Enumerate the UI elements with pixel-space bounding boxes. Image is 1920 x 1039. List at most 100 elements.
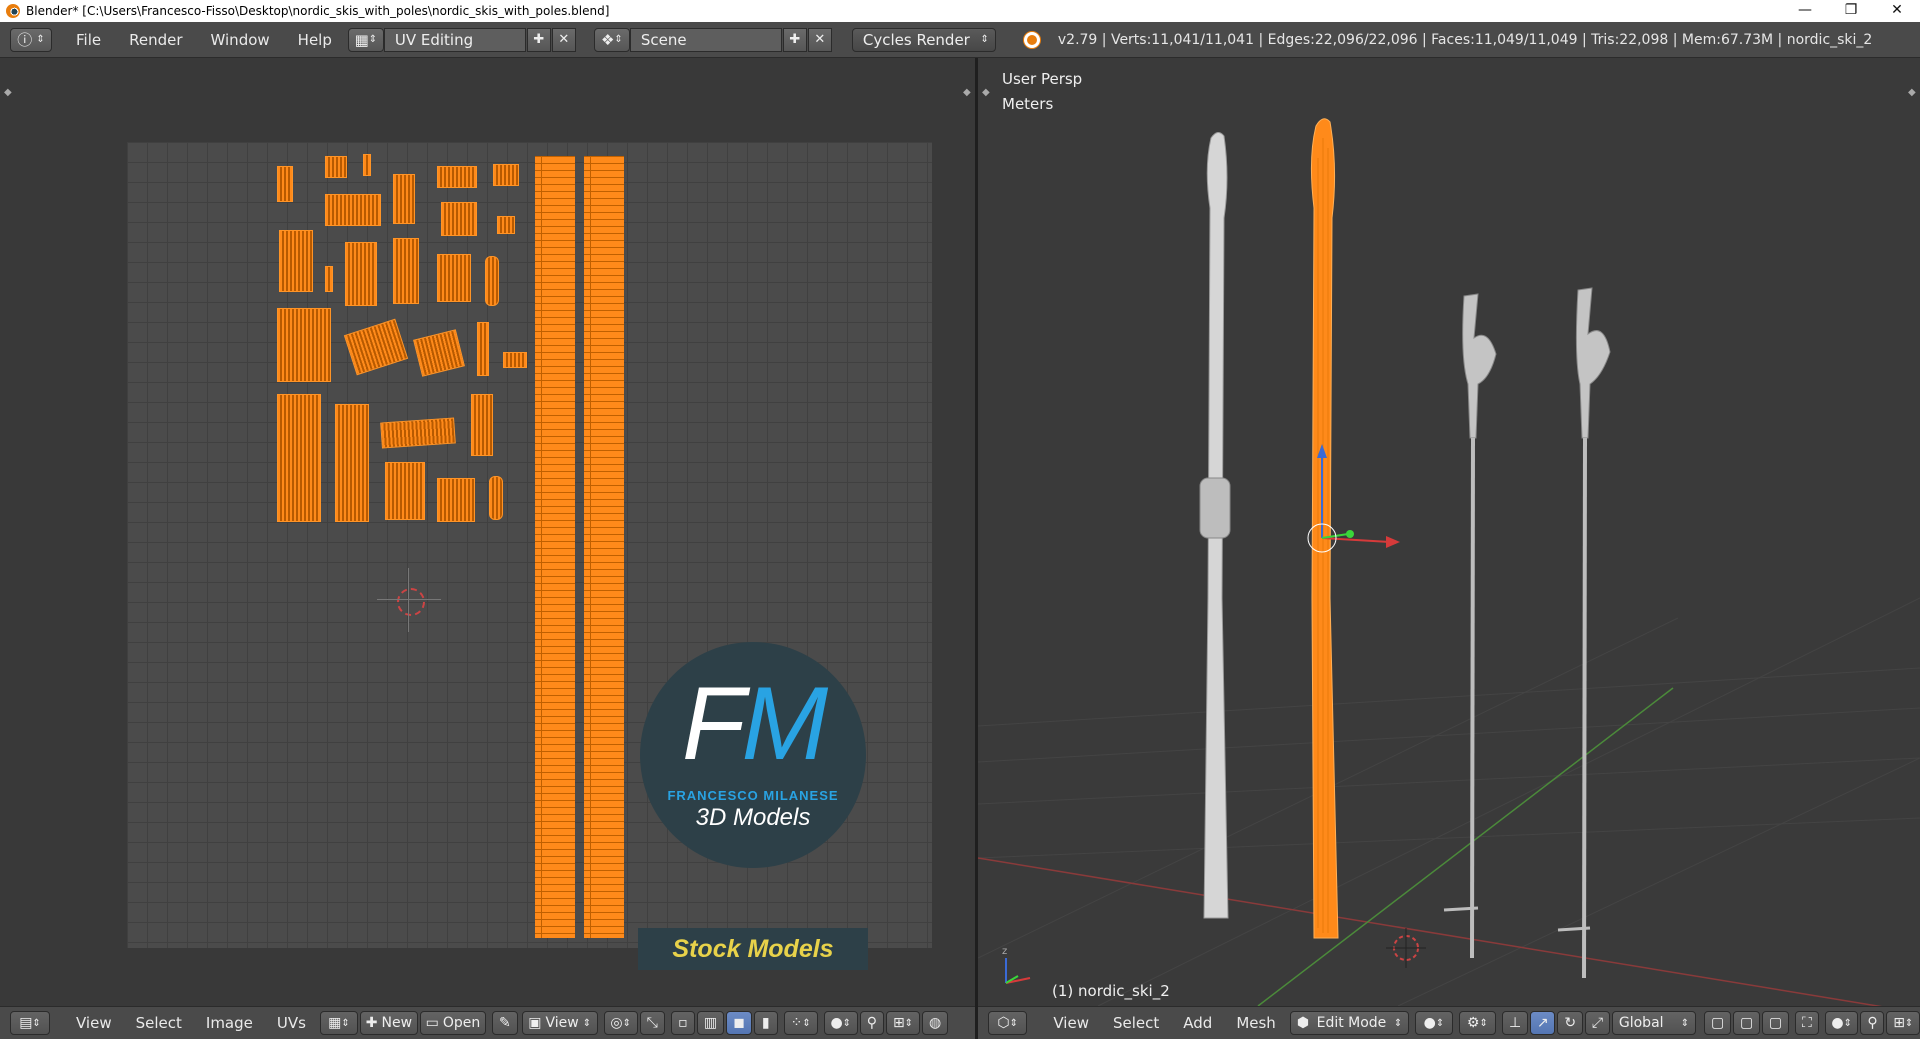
edge-select-icon[interactable]: ▥ [696,1011,725,1035]
add-scene-button[interactable]: ✚ [782,27,807,52]
uv-island[interactable] [497,216,515,234]
area-split-corner-icon[interactable]: ◆ [4,88,12,98]
3d-cursor-icon[interactable] [1386,928,1426,968]
transform-gizmo[interactable] [1307,444,1400,553]
scene-browse-button[interactable]: ❖ ⇕ [593,27,630,52]
pole-2-mesh[interactable] [1557,287,1611,979]
overlay-icon[interactable]: ◍ [922,1011,949,1035]
menu-render[interactable]: Render [115,31,196,49]
uv-island[interactable] [441,202,477,236]
sync-selection-icon[interactable]: ⤡ [639,1011,665,1035]
uv-island[interactable] [279,230,313,292]
limit-selection-icon[interactable]: ⛶ [1794,1011,1819,1035]
uv-ski-strip-2[interactable] [584,156,624,938]
uv-island[interactable] [345,242,377,306]
uv-island[interactable] [325,266,333,292]
viewport-scene[interactable]: z [978,58,1920,1006]
shading-select[interactable]: ● ⇕ [1415,1011,1453,1035]
menu-file[interactable]: File [62,31,115,49]
uv-island[interactable] [343,318,409,376]
layer-icon[interactable]: ▢ [1704,1011,1732,1035]
rotate-manipulator-icon[interactable]: ↻ [1557,1011,1583,1035]
uv-island[interactable] [335,404,369,522]
area-split-corner-icon[interactable]: ◆ [963,88,971,98]
uv-island[interactable] [277,394,321,522]
uv-island[interactable] [385,462,425,520]
remove-layout-button[interactable]: ✕ [551,27,576,52]
uv-island[interactable] [325,156,347,178]
menu-help[interactable]: Help [284,31,346,49]
3d-viewport[interactable]: ◆ ◆ User Persp Meters z (1) nordic_ski_2 [978,58,1920,1006]
uv-island[interactable] [277,308,331,382]
menu-window[interactable]: Window [197,31,284,49]
remove-scene-button[interactable]: ✕ [807,27,832,52]
pivot-icon[interactable]: ◎ ⇕ [603,1011,638,1035]
ski-1-binding[interactable] [1199,477,1231,539]
snap-icon[interactable]: ⚲ [1860,1011,1885,1035]
vertex-select-icon[interactable]: ▫ [670,1011,695,1035]
3d-menu-view[interactable]: View [1041,1014,1101,1032]
ski-2-selected-mesh[interactable] [1310,118,1339,939]
uv-menu-view[interactable]: View [64,1014,124,1032]
uv-island[interactable] [393,174,415,224]
3d-menu-select[interactable]: Select [1101,1014,1171,1032]
snap-element-icon[interactable]: ⊞ ⇕ [886,1011,920,1035]
uv-island[interactable] [363,154,371,176]
snap-icon[interactable]: ⚲ [859,1011,884,1035]
pin-icon[interactable]: ✎ [491,1011,518,1035]
uv-island[interactable] [437,254,471,302]
uv-island[interactable] [277,166,293,202]
orientation-select[interactable]: Global ⇕ [1611,1011,1697,1035]
updown-arrows-icon: ⇕ [32,1017,41,1029]
layout-name-field[interactable]: UV Editing [383,27,526,52]
proportional-edit-icon[interactable]: ● ⇕ [823,1011,858,1035]
uv-island[interactable] [503,352,527,368]
uv-island[interactable] [489,476,503,520]
render-engine-select[interactable]: Cycles Render ⇕ [851,27,996,52]
image-browse-button[interactable]: ▦ ⇕ [319,1011,358,1035]
close-button[interactable]: ✕ [1874,0,1920,22]
info-editor-type-button[interactable]: ⓘ ⇕ [10,27,52,52]
pivot-point-select[interactable]: ⚙ ⇕ [1458,1011,1497,1035]
open-image-button[interactable]: ▭ Open [419,1011,486,1035]
add-layout-button[interactable]: ✚ [526,27,551,52]
manipulator-toggle-icon[interactable]: ⊥ [1502,1011,1529,1035]
uv-island[interactable] [437,166,477,188]
uv-island[interactable] [380,417,456,449]
uv-island[interactable] [485,256,499,306]
island-select-icon[interactable]: ▮ [753,1011,778,1035]
uv-island[interactable] [393,238,419,304]
scale-manipulator-icon[interactable]: ⤢ [1584,1011,1610,1035]
uv-editor-type-button[interactable]: ▤ ⇕ [10,1011,50,1035]
scene-name-field[interactable]: Scene [629,27,782,52]
uv-island[interactable] [437,478,475,522]
face-select-icon[interactable]: ◼ [726,1011,752,1035]
sticky-select-icon[interactable]: ⁘ ⇕ [783,1011,818,1035]
view-mode-select[interactable]: ▣ View ⇕ [521,1011,598,1035]
uv-2d-cursor-icon[interactable] [377,568,441,632]
layer-icon[interactable]: ▢ [1762,1011,1789,1035]
uv-menu-select[interactable]: Select [124,1014,194,1032]
3d-menu-add[interactable]: Add [1171,1014,1224,1032]
snap-element-icon[interactable]: ⊞ ⇕ [1886,1011,1920,1035]
proportional-edit-icon[interactable]: ● ⇕ [1824,1011,1859,1035]
uv-image-editor[interactable]: ◆ ◆ FM FRANCESCO MILANESE 3D Models Stoc… [0,58,975,1006]
uv-menu-uvs[interactable]: UVs [265,1014,318,1032]
minimize-button[interactable]: — [1782,0,1828,22]
uv-island[interactable] [325,194,381,226]
uv-menu-image[interactable]: Image [194,1014,265,1032]
uv-island[interactable] [477,322,489,376]
mode-select[interactable]: ⬢ Edit Mode ⇕ [1289,1011,1410,1035]
3d-editor-type-button[interactable]: ⬡ ⇕ [988,1011,1028,1035]
uv-island[interactable] [493,164,519,186]
updown-arrows-icon: ⇕ [368,34,378,45]
uv-island[interactable] [413,329,465,377]
3d-menu-mesh[interactable]: Mesh [1224,1014,1288,1032]
restore-button[interactable]: ❐ [1828,0,1874,22]
uv-ski-strip-1[interactable] [535,156,575,938]
new-image-button[interactable]: ✚ New [359,1011,418,1035]
layer-icon[interactable]: ▢ [1733,1011,1761,1035]
uv-island[interactable] [471,394,493,456]
translate-manipulator-icon[interactable]: ↗ [1530,1011,1556,1035]
layout-browse-button[interactable]: ▦ ⇕ [347,27,384,52]
